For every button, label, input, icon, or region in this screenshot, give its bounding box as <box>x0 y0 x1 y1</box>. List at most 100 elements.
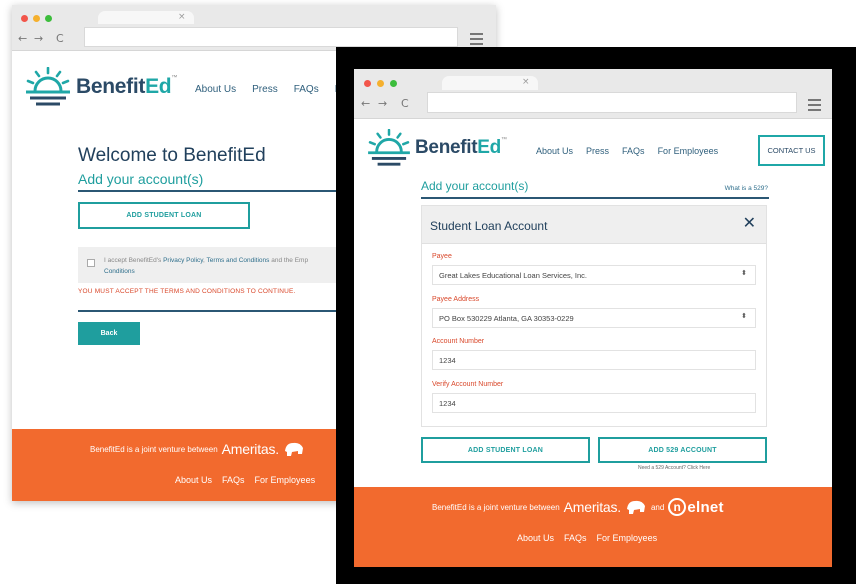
accept-text-part: and the Emp <box>269 257 309 264</box>
logo-tm: ™ <box>500 137 507 143</box>
contact-us-button[interactable]: CONTACT US <box>758 135 825 166</box>
top-nav: About Us Press FAQs For Employees <box>536 146 731 156</box>
joint-venture-line: BenefitEd is a joint venture between Ame… <box>432 498 724 516</box>
payee-address-label: Payee Address <box>432 296 480 303</box>
logo-benefit: Benefit <box>76 75 146 98</box>
account-number-label: Account Number <box>432 338 485 345</box>
close-icon[interactable]: ✕ <box>743 215 756 231</box>
nav-faqs[interactable]: FAQs <box>294 84 319 95</box>
account-number-field[interactable]: 1234 <box>432 350 756 370</box>
ameritas-logo: Ameritas. <box>563 499 622 515</box>
footer-for-employees[interactable]: For Employees <box>597 533 658 543</box>
nav-for-employees[interactable]: For Employees <box>658 146 719 156</box>
terms-error-message: YOU MUST ACCEPT THE TERMS AND CONDITIONS… <box>78 288 296 295</box>
ameritas-logo: Ameritas. <box>221 441 280 457</box>
add-student-loan-button[interactable]: ADD STUDENT LOAN <box>421 437 590 463</box>
accept-terms-text: I accept BenefitEd's Privacy Policy, Ter… <box>104 255 374 277</box>
browser-window-front: × ← → C BenefitEd™ About Us Press FAQs F… <box>354 69 832 567</box>
select-arrows-icon: ⬍ <box>741 312 747 320</box>
top-nav: About Us Press FAQs F <box>195 84 357 95</box>
footer-for-employees[interactable]: For Employees <box>255 475 316 485</box>
browser-chrome: × ← → C <box>354 69 832 119</box>
sun-logo-icon <box>26 67 70 106</box>
nav-faqs[interactable]: FAQs <box>622 146 645 156</box>
address-bar[interactable] <box>427 92 797 113</box>
address-bar[interactable] <box>84 27 458 47</box>
and-text: and <box>650 502 665 512</box>
minimize-window-dot[interactable] <box>33 15 40 22</box>
what-is-529-link[interactable]: What is a 529? <box>725 185 768 192</box>
logo-ed: Ed <box>145 75 172 98</box>
nelnet-text: elnet <box>687 498 724 516</box>
tab-close-icon[interactable]: × <box>178 12 186 22</box>
tab-close-icon[interactable]: × <box>522 77 530 87</box>
footer-links: About Us FAQs For Employees <box>175 475 325 485</box>
forward-arrow-icon[interactable]: → <box>378 97 387 110</box>
payee-value: Great Lakes Educational Loan Services, I… <box>439 270 588 280</box>
add-student-loan-button[interactable]: ADD STUDENT LOAN <box>78 202 250 229</box>
logo-ed: Ed <box>477 137 501 158</box>
logo-benefit: Benefit <box>415 137 478 158</box>
divider <box>421 197 769 199</box>
page-subtitle: Add your account(s) <box>78 171 204 187</box>
reload-icon[interactable]: C <box>401 97 409 110</box>
need-529-link[interactable]: Need a 529 Account? Click Here <box>638 465 710 471</box>
employee-conditions-link[interactable]: Conditions <box>104 268 135 275</box>
minimize-window-dot[interactable] <box>377 80 384 87</box>
browser-tab[interactable]: × <box>442 76 538 90</box>
payee-address-select[interactable]: PO Box 530229 Atlanta, GA 30353-0229 ⬍ <box>432 308 756 328</box>
maximize-window-dot[interactable] <box>390 80 397 87</box>
logo-text: BenefitEd™ <box>76 75 177 99</box>
close-window-dot[interactable] <box>21 15 28 22</box>
privacy-policy-link[interactable]: Privacy Policy <box>163 257 203 264</box>
add-529-account-button[interactable]: ADD 529 ACCOUNT <box>598 437 767 463</box>
logo-tm: ™ <box>171 75 178 81</box>
footer-about-us[interactable]: About Us <box>517 533 554 543</box>
page-title: Welcome to BenefitEd <box>78 145 266 166</box>
menu-icon[interactable] <box>808 99 821 114</box>
accept-text-part: I accept BenefitEd's <box>104 257 164 264</box>
verify-account-number-field[interactable]: 1234 <box>432 393 756 413</box>
reload-icon[interactable]: C <box>56 32 64 45</box>
forward-arrow-icon[interactable]: → <box>34 32 43 45</box>
verify-account-number-label: Verify Account Number <box>432 381 504 388</box>
payee-address-value: PO Box 530229 Atlanta, GA 30353-0229 <box>439 313 574 323</box>
footer-links: About Us FAQs For Employees <box>517 533 667 543</box>
nav-press[interactable]: Press <box>586 146 609 156</box>
terms-acceptance: I accept BenefitEd's Privacy Policy, Ter… <box>78 247 378 283</box>
nelnet-n: n <box>668 498 687 516</box>
benefited-logo[interactable]: BenefitEd™ <box>366 129 507 167</box>
footer-faqs[interactable]: FAQs <box>564 533 587 543</box>
footer-faqs[interactable]: FAQs <box>222 475 245 485</box>
browser-chrome: × ← → C <box>12 5 496 51</box>
account-number-value: 1234 <box>439 355 456 365</box>
nav-about-us[interactable]: About Us <box>195 84 236 95</box>
back-button[interactable]: Back <box>78 322 140 345</box>
accept-terms-checkbox[interactable] <box>87 259 95 267</box>
sun-logo-icon <box>368 129 410 166</box>
back-arrow-icon[interactable]: ← <box>18 32 27 45</box>
nelnet-logo: n elnet <box>668 498 724 516</box>
nav-about-us[interactable]: About Us <box>536 146 573 156</box>
maximize-window-dot[interactable] <box>45 15 52 22</box>
back-arrow-icon[interactable]: ← <box>361 97 370 110</box>
payee-select[interactable]: Great Lakes Educational Loan Services, I… <box>432 265 756 285</box>
benefited-logo[interactable]: BenefitEd™ <box>24 67 177 107</box>
logo-text: BenefitEd™ <box>415 137 507 159</box>
bison-icon <box>284 442 303 456</box>
nav-press[interactable]: Press <box>252 84 278 95</box>
card-title: Student Loan Account <box>430 219 548 233</box>
terms-link[interactable]: Terms and Conditions <box>207 257 270 264</box>
close-window-dot[interactable] <box>364 80 371 87</box>
site-footer: BenefitEd is a joint venture between Ame… <box>354 487 832 567</box>
payee-label: Payee <box>432 253 452 260</box>
page-subtitle: Add your account(s) <box>421 179 529 193</box>
joint-venture-text: BenefitEd is a joint venture between <box>90 444 218 454</box>
select-arrows-icon: ⬍ <box>741 269 747 277</box>
footer-about-us[interactable]: About Us <box>175 475 212 485</box>
browser-tab[interactable]: × <box>98 11 194 24</box>
bison-icon <box>626 500 645 514</box>
verify-account-number-value: 1234 <box>439 398 456 408</box>
card-header: Student Loan Account ✕ <box>422 206 766 244</box>
menu-icon[interactable] <box>470 33 483 48</box>
